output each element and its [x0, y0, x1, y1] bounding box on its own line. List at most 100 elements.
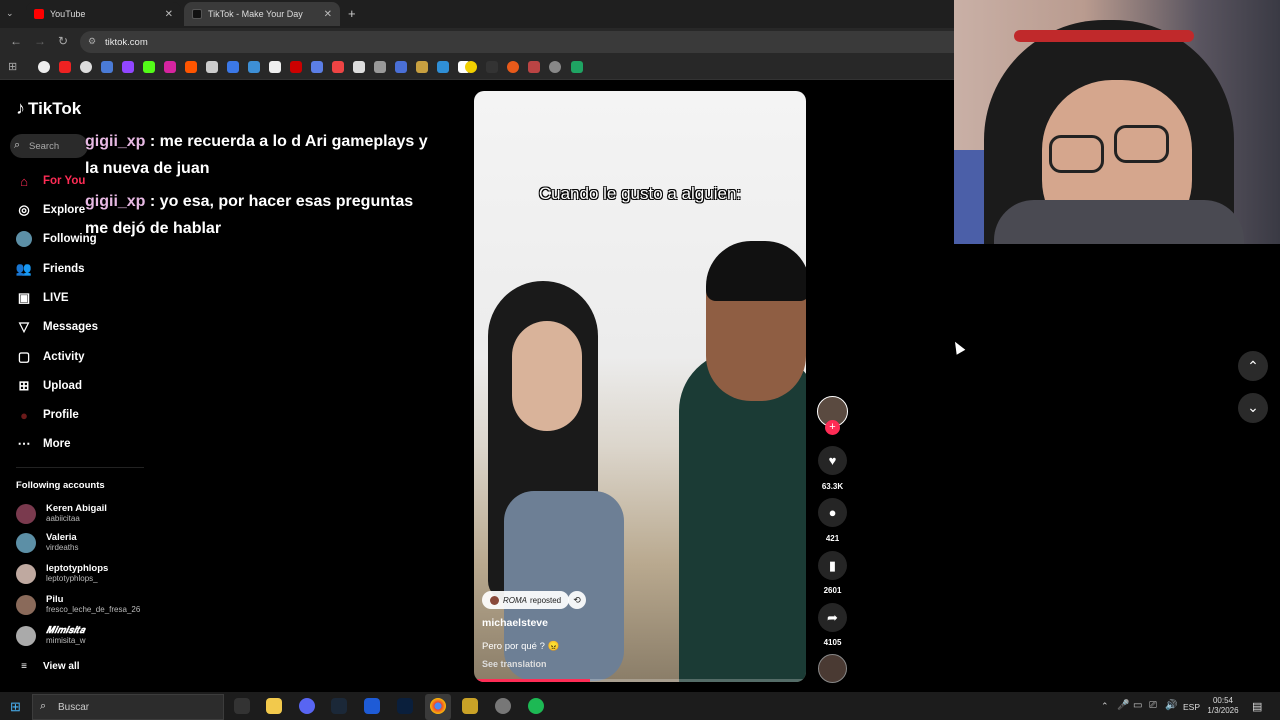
vegas-icon[interactable]	[364, 698, 380, 714]
account-item[interactable]: Valeria virdeaths	[16, 531, 78, 555]
notifications-icon[interactable]: ▤	[1252, 700, 1262, 713]
follow-plus-icon[interactable]: +	[825, 420, 840, 435]
network-icon[interactable]: ▭	[1133, 700, 1142, 711]
repost-icon[interactable]: ⟲	[568, 591, 586, 609]
account-username: virdeaths	[46, 543, 79, 552]
tray-chevron-icon[interactable]: ⌃	[1101, 701, 1109, 712]
bookmark-icon[interactable]	[437, 61, 449, 73]
back-icon[interactable]: ←	[10, 34, 22, 48]
bookmark-icon[interactable]	[101, 61, 113, 73]
webcam-overlay	[954, 0, 1280, 244]
bookmark-icon[interactable]	[465, 61, 477, 73]
bookmark-notion-icon[interactable]	[353, 61, 365, 73]
bookmark-icon[interactable]	[332, 61, 344, 73]
bookmark-icon[interactable]	[528, 61, 540, 73]
app-icon[interactable]	[462, 698, 478, 714]
volume-icon[interactable]: 🔊	[1165, 700, 1177, 711]
account-item[interactable]: Keren Abigail aabiicitaa	[16, 502, 107, 526]
comment-button[interactable]: ●	[818, 498, 847, 527]
tiktok-logo[interactable]: ♪ TikTok	[16, 98, 81, 119]
chat-separator: :	[145, 193, 160, 210]
view-all-link[interactable]: ≡ View all	[16, 656, 80, 676]
nav-more[interactable]: ⋯ More	[16, 434, 71, 454]
bookmark-icon[interactable]	[80, 61, 92, 73]
account-name: Pilu	[46, 594, 64, 605]
tab-youtube[interactable]: YouTube ✕	[26, 2, 181, 26]
obs-icon[interactable]	[495, 698, 511, 714]
bookmark-sheets-icon[interactable]	[571, 61, 583, 73]
nav-activity[interactable]: ▢ Activity	[16, 347, 85, 367]
nav-friends[interactable]: 👥 Friends	[16, 259, 85, 279]
bookmark-icon[interactable]	[486, 61, 498, 73]
epic-games-icon[interactable]	[234, 698, 250, 714]
bookmark-icon[interactable]	[269, 61, 281, 73]
site-info-icon[interactable]: ⚙	[88, 36, 96, 47]
forward-icon[interactable]: →	[34, 34, 46, 48]
bookmark-instagram-icon[interactable]	[164, 61, 176, 73]
repost-badge[interactable]: ROMA reposted	[482, 591, 570, 609]
video-description: Pero por qué ? 😠	[482, 641, 560, 652]
url-field[interactable]	[80, 31, 954, 53]
bookmark-translate-icon[interactable]	[227, 61, 239, 73]
nav-for-you[interactable]: ⌂ For You	[16, 171, 85, 191]
close-tab-icon[interactable]: ✕	[324, 9, 332, 20]
close-tab-icon[interactable]: ✕	[165, 9, 173, 20]
apps-grid-icon[interactable]: ⊞	[8, 60, 17, 73]
video-player[interactable]: Cuando le gusto a alguien: ROMA reposted…	[474, 91, 806, 682]
bookmark-icon[interactable]	[248, 61, 260, 73]
bookmark-icon[interactable]	[549, 61, 561, 73]
microphone-icon[interactable]: 🎤	[1117, 700, 1129, 711]
view-all-label: View all	[43, 660, 80, 672]
new-tab-button[interactable]: +	[348, 6, 356, 21]
nav-profile[interactable]: ● Profile	[16, 405, 79, 425]
nav-explore[interactable]: ◎ Explore	[16, 200, 85, 220]
chrome-icon[interactable]	[430, 698, 446, 714]
account-item[interactable]: Pilu fresco_leche_de_fresa_26	[16, 593, 140, 617]
save-button[interactable]: ▮	[818, 551, 847, 580]
bookmark-icon[interactable]	[311, 61, 323, 73]
video-author[interactable]: michaelsteve	[482, 617, 548, 629]
steam-icon[interactable]	[331, 698, 347, 714]
bookmark-icon[interactable]	[395, 61, 407, 73]
reposter-name: ROMA	[503, 595, 527, 605]
display-icon[interactable]: ⎚	[1149, 700, 1157, 711]
bookmark-twitch-icon[interactable]	[122, 61, 134, 73]
bookmark-icon[interactable]	[507, 61, 519, 73]
more-icon: ⋯	[17, 436, 31, 451]
previous-video-button[interactable]: ⌃	[1238, 351, 1268, 381]
file-explorer-icon[interactable]	[266, 698, 282, 714]
bookmark-x-icon[interactable]	[206, 61, 218, 73]
next-video-button[interactable]: ⌄	[1238, 393, 1268, 423]
discord-icon[interactable]	[299, 698, 315, 714]
account-item[interactable]: 𝑴𝒊𝒎𝒊𝒔𝒊𝒕𝒂 mimisita_w	[16, 624, 86, 648]
bookmark-youtube-icon[interactable]	[59, 61, 71, 73]
windows-start-icon[interactable]: ⊞	[10, 699, 21, 715]
nav-live[interactable]: ▣ LIVE	[16, 288, 69, 308]
photoshop-icon[interactable]	[397, 698, 413, 714]
see-translation-link[interactable]: See translation	[482, 659, 547, 669]
nav-messages[interactable]: ▽ Messages	[16, 317, 98, 337]
bookmark-soundcloud-icon[interactable]	[185, 61, 197, 73]
share-button[interactable]: ➦	[818, 603, 847, 632]
comment-icon: ●	[828, 505, 837, 520]
bookmark-google-icon[interactable]	[38, 61, 50, 73]
search-placeholder: Search	[29, 141, 60, 152]
like-button[interactable]: ♥	[818, 446, 847, 475]
video-progress-track[interactable]	[474, 679, 806, 682]
tab-list-icon[interactable]: ⌄	[6, 8, 14, 19]
spotify-icon[interactable]	[528, 698, 544, 714]
account-name: 𝑴𝒊𝒎𝒊𝒔𝒊𝒕𝒂	[46, 625, 85, 636]
bookmark-icon[interactable]	[290, 61, 302, 73]
heart-icon: ♥	[828, 453, 837, 468]
bookmark-kick-icon[interactable]	[143, 61, 155, 73]
account-username: aabiicitaa	[46, 514, 80, 523]
language-indicator[interactable]: ESP	[1183, 702, 1200, 712]
tab-tiktok[interactable]: TikTok - Make Your Day ✕	[184, 2, 340, 26]
clock[interactable]: 00:54 1/3/2026	[1205, 696, 1241, 716]
music-disc-icon[interactable]	[818, 654, 847, 683]
account-item[interactable]: leptotyphlops leptotyphlops_	[16, 562, 108, 586]
bookmark-icon[interactable]	[416, 61, 428, 73]
nav-upload[interactable]: ⊞ Upload	[16, 376, 82, 396]
bookmark-icon[interactable]	[374, 61, 386, 73]
reload-icon[interactable]: ↻	[58, 34, 68, 48]
